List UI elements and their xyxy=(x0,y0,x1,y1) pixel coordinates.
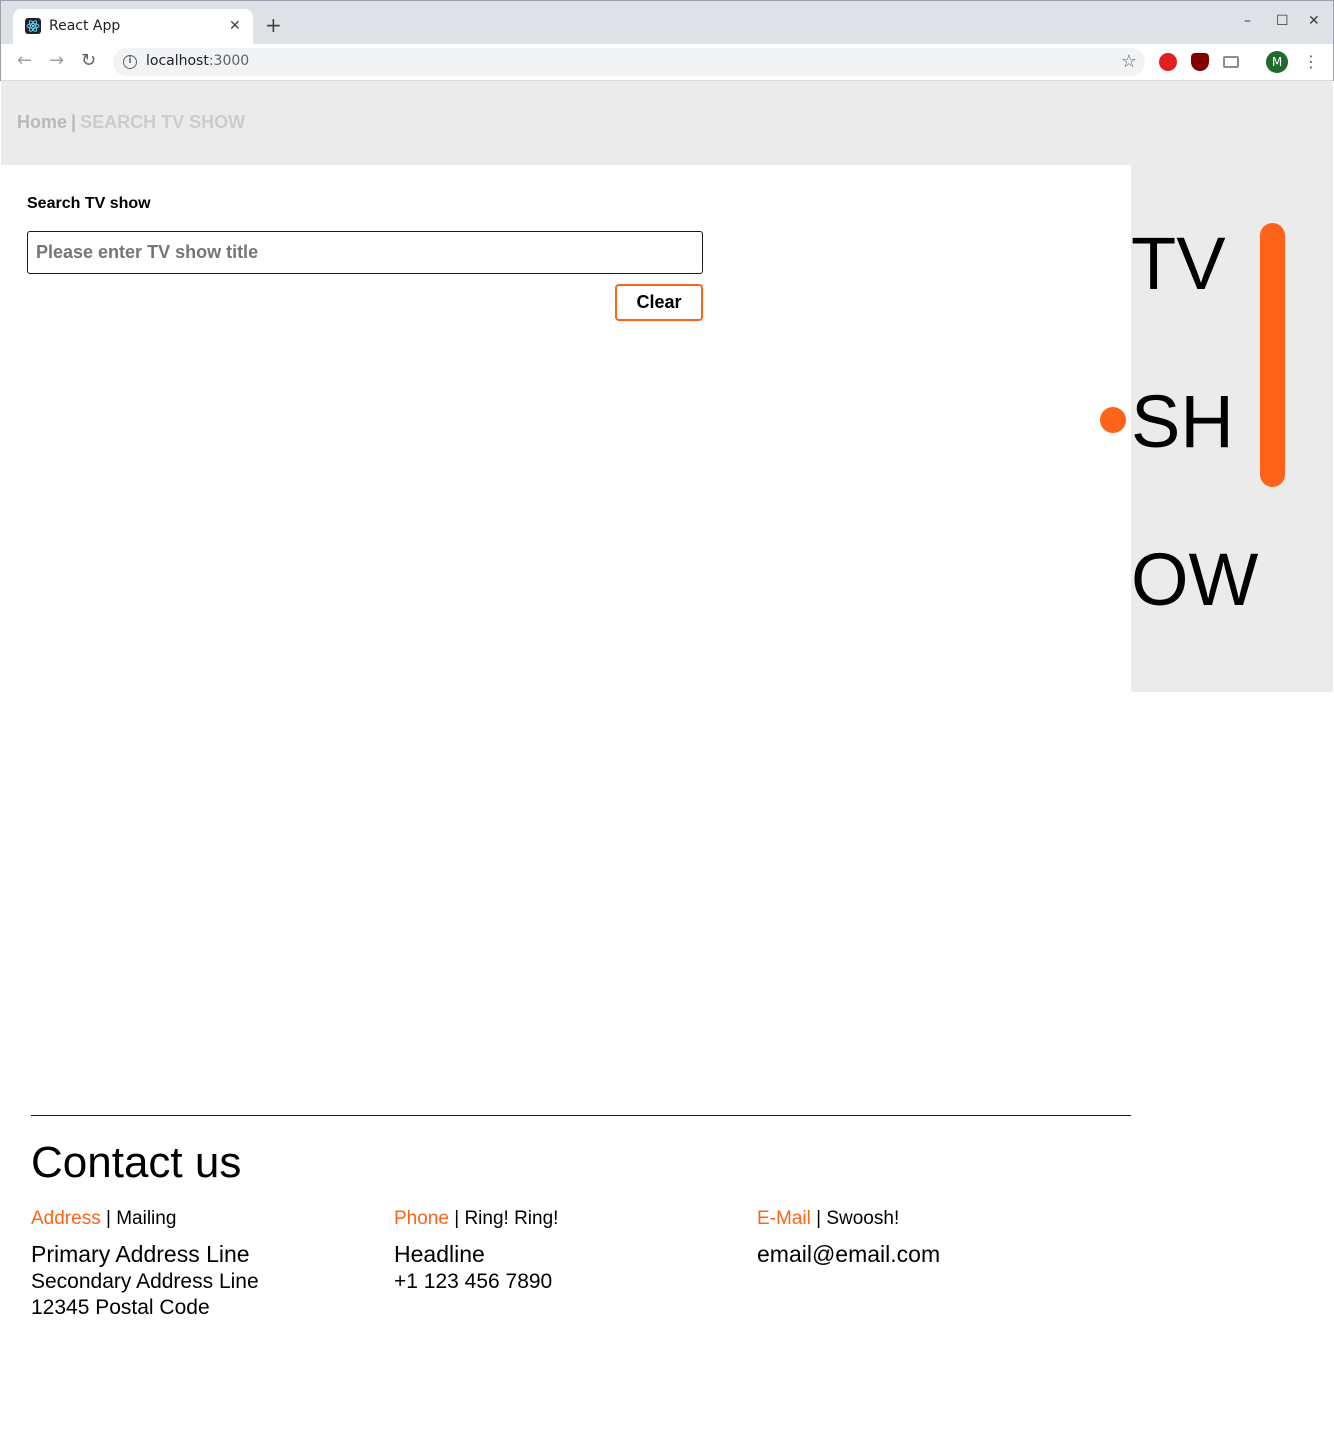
contact-phone: Phone | Ring! Ring! Headline +1 123 456 … xyxy=(394,1207,734,1295)
react-favicon xyxy=(25,18,41,34)
phone-headline: Headline xyxy=(394,1241,485,1267)
breadcrumb-home-link[interactable]: Home xyxy=(17,112,67,132)
contact-email: E-Mail | Swoosh! email@email.com xyxy=(757,1207,1097,1269)
contact-address: Address | Mailing Primary Address Line S… xyxy=(31,1207,371,1321)
search-label: Search TV show xyxy=(27,195,151,212)
footer-divider xyxy=(31,1115,1131,1116)
vertical-title-line-3: OW xyxy=(1131,538,1259,621)
browser-chrome: React App ✕ + – ☐ ✕ ← → ↻ i localhost:30… xyxy=(0,0,1334,81)
scroll-indicator-bar xyxy=(1260,223,1285,487)
breadcrumb: Home | SEARCH TV SHOW xyxy=(17,112,245,133)
tab-close-icon[interactable]: ✕ xyxy=(229,17,241,35)
breadcrumb-separator: | xyxy=(71,112,77,132)
breadcrumb-current: SEARCH TV SHOW xyxy=(80,112,246,132)
info-icon[interactable]: i xyxy=(123,55,137,69)
back-arrow-icon[interactable]: ← xyxy=(17,50,32,72)
phone-number[interactable]: +1 123 456 7890 xyxy=(394,1269,734,1295)
site-header: Home | SEARCH TV SHOW xyxy=(1,81,1333,165)
browser-tab[interactable]: React App ✕ xyxy=(13,9,253,44)
address-bar[interactable]: i localhost:3000 ☆ xyxy=(113,48,1145,76)
clear-button[interactable]: Clear xyxy=(615,284,703,321)
email-address[interactable]: email@email.com xyxy=(757,1239,1097,1269)
address-secondary: Secondary Address Line xyxy=(31,1270,259,1293)
search-input[interactable] xyxy=(27,231,703,274)
contact-title: Contact us xyxy=(31,1138,242,1187)
new-tab-button[interactable]: + xyxy=(265,15,282,35)
star-icon[interactable]: ☆ xyxy=(1121,51,1137,73)
phone-heading: Phone | Ring! Ring! xyxy=(394,1208,559,1229)
browser-toolbar: ← → ↻ i localhost:3000 ☆ M ⋮ xyxy=(1,44,1333,81)
address-primary: Primary Address Line xyxy=(31,1241,250,1267)
opera-icon[interactable] xyxy=(1159,53,1177,71)
forward-arrow-icon[interactable]: → xyxy=(49,50,64,72)
indicator-dot xyxy=(1100,407,1126,433)
close-window-button[interactable]: ✕ xyxy=(1308,13,1320,29)
page: Home|SEARCH TV SHOW Search TV show Clear… xyxy=(1,81,1333,1436)
email-heading: E-Mail | Swoosh! xyxy=(757,1208,900,1229)
menu-icon[interactable]: ⋮ xyxy=(1303,51,1319,73)
profile-avatar[interactable]: M xyxy=(1266,51,1288,73)
reload-icon[interactable]: ↻ xyxy=(81,50,96,72)
ublock-icon[interactable] xyxy=(1191,53,1209,71)
maximize-button[interactable]: ☐ xyxy=(1276,13,1289,29)
side-panel: TV SH OW xyxy=(1131,165,1333,692)
minimize-button[interactable]: – xyxy=(1244,13,1251,29)
vertical-title-line-1: TV xyxy=(1131,222,1226,305)
address-heading: Address | Mailing xyxy=(31,1208,177,1229)
url-text[interactable]: localhost:3000 xyxy=(146,53,249,69)
cast-icon[interactable] xyxy=(1223,56,1239,68)
tab-title: React App xyxy=(49,18,121,34)
vertical-title-line-2: SH xyxy=(1131,380,1234,463)
address-postal: 12345 Postal Code xyxy=(31,1296,210,1319)
